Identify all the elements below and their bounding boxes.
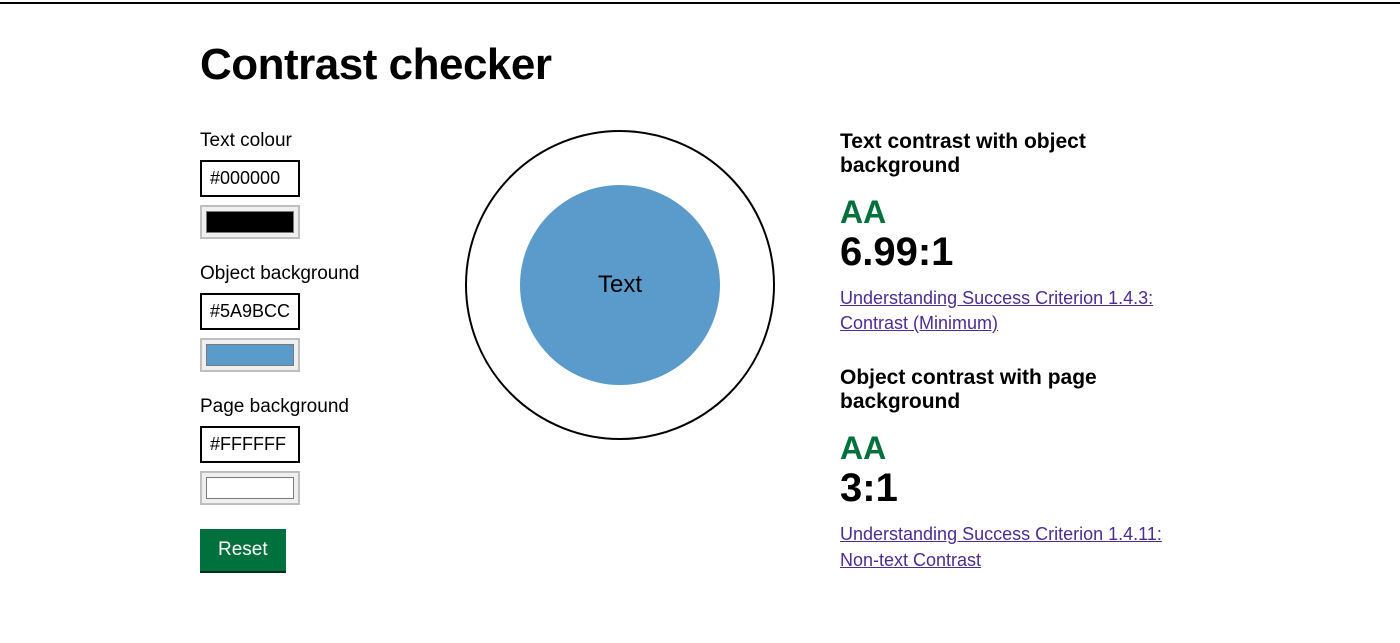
preview-text: Text <box>598 271 642 299</box>
text-object-link[interactable]: Understanding Success Criterion 1.4.3: C… <box>840 286 1200 336</box>
object-bg-label: Object background <box>200 263 400 285</box>
object-page-heading: Object contrast with page background <box>840 366 1200 414</box>
object-bg-input[interactable] <box>200 293 300 330</box>
page-bg-input[interactable] <box>200 426 300 463</box>
reset-button[interactable]: Reset <box>200 529 286 571</box>
text-object-result: Text contrast with object background AA … <box>840 130 1200 336</box>
text-object-heading: Text contrast with object background <box>840 130 1200 178</box>
object-bg-group: Object background <box>200 263 400 372</box>
page-bg-group: Page background <box>200 396 400 505</box>
object-page-ratio: 3:1 <box>840 468 1200 508</box>
text-colour-swatch-inner <box>206 211 294 233</box>
results-column: Text contrast with object background AA … <box>840 130 1200 603</box>
text-colour-input[interactable] <box>200 160 300 197</box>
object-page-result: Object contrast with page background AA … <box>840 366 1200 572</box>
preview-inner-circle: Text <box>520 185 720 385</box>
text-colour-label: Text colour <box>200 130 400 152</box>
controls-column: Text colour Object background Page backg… <box>200 130 400 603</box>
object-bg-swatch[interactable] <box>200 338 300 372</box>
page-bg-swatch[interactable] <box>200 471 300 505</box>
object-bg-swatch-inner <box>206 344 294 366</box>
object-page-rating: AA <box>840 432 1200 464</box>
text-object-ratio: 6.99:1 <box>840 232 1200 272</box>
page-bg-swatch-inner <box>206 477 294 499</box>
text-colour-group: Text colour <box>200 130 400 239</box>
page-title: Contrast checker <box>200 40 1200 90</box>
object-page-link[interactable]: Understanding Success Criterion 1.4.11: … <box>840 522 1200 572</box>
preview-outer-circle: Text <box>465 130 775 440</box>
top-divider <box>0 2 1400 4</box>
text-object-rating: AA <box>840 196 1200 228</box>
page-bg-label: Page background <box>200 396 400 418</box>
text-colour-swatch[interactable] <box>200 205 300 239</box>
preview-column: Text <box>460 130 780 603</box>
